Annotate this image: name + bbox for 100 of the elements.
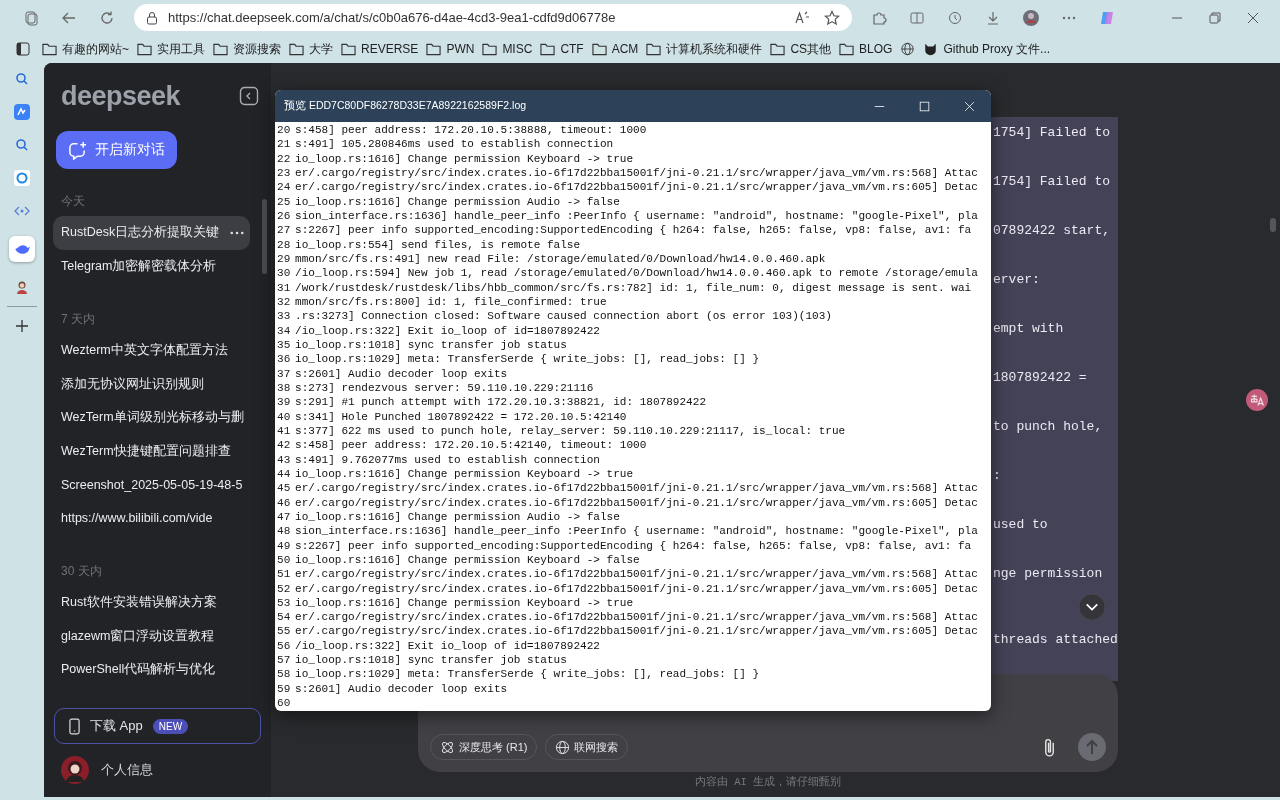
avatar-icon[interactable] <box>14 279 30 295</box>
more-icon[interactable] <box>230 230 244 235</box>
download-app-button[interactable]: 下载 App NEW <box>54 708 261 744</box>
bookmark[interactable]: Github Proxy 文件... <box>923 40 1051 58</box>
log-line: er/.cargo/registry/src/index.crates.io-6f17d22bba15001f/jni-0.21.1/src/wrapper/java_vm/vm.rs:568] Attac <box>295 481 978 496</box>
bookmark[interactable]: 资源搜索 <box>213 40 281 58</box>
attach-icon[interactable] <box>1043 736 1056 758</box>
line-number: 45 <box>276 481 292 496</box>
folder-icon <box>839 42 855 56</box>
bookmark[interactable]: BLOG <box>839 42 893 56</box>
profile-avatar-icon[interactable] <box>1023 9 1039 26</box>
url-text: https://chat.deepseek.com/a/chat/s/c0b0a676-d4ae-4cd3-9ea1-cdfd9d06778e <box>168 10 617 25</box>
message-text: empt with <box>993 321 1064 337</box>
line-number: 41 <box>276 423 292 439</box>
add-icon[interactable] <box>14 318 30 334</box>
line-number: 27 <box>276 223 292 238</box>
star-icon[interactable] <box>824 9 840 26</box>
sidebar-toggle-icon[interactable] <box>15 41 31 57</box>
line-number: 46 <box>276 495 292 510</box>
close-icon[interactable] <box>964 100 975 112</box>
chat-history-item[interactable]: WezTerm快捷键配置问题排查 <box>53 434 250 468</box>
line-number: 22 <box>276 151 292 166</box>
log-line: /io_loop.rs:322] Exit io_loop of id=1807892422 <box>295 638 600 654</box>
line-number: 30 <box>276 266 292 281</box>
chat-history-item[interactable]: RustDesk日志分析提取关键 <box>53 216 250 250</box>
log-line: io_loop.rs:1616] Change permission Keyboard -> true <box>295 466 634 482</box>
sync-icon[interactable] <box>14 170 30 186</box>
new-chat-button[interactable]: 开启新对话 <box>56 131 177 169</box>
line-number: 56 <box>276 638 292 654</box>
chat-history-item[interactable]: PowerShell代码解析与优化 <box>53 653 250 687</box>
refresh-icon[interactable] <box>99 9 115 26</box>
line-number: 51 <box>276 567 292 582</box>
log-line: s:341] Hole Punched 1807892422 = 172.20.10.5:42140 <box>295 409 627 424</box>
folder-icon <box>646 42 662 56</box>
app-icon[interactable] <box>14 104 30 120</box>
bookmark[interactable]: 大学 <box>289 40 333 58</box>
folder-icon <box>770 42 786 56</box>
scroll-down-icon[interactable] <box>1078 593 1106 621</box>
translate-icon[interactable] <box>1246 389 1268 411</box>
read-aloud-icon[interactable] <box>794 9 810 26</box>
message-text: 07892422 start, <box>993 223 1111 239</box>
scrollbar-thumb[interactable] <box>1270 218 1276 232</box>
message-text: 1807892422 = <box>993 370 1087 386</box>
chat-history-item[interactable]: WezTerm单词级别光标移动与删 <box>53 401 250 435</box>
chat-history-item[interactable]: Rust软件安装错误解决方案 <box>53 586 250 620</box>
bookmark[interactable]: CTF <box>540 42 584 56</box>
folder-icon <box>341 42 356 56</box>
log-line: sion_interface.rs:1636] handle_peer_info :PeerInfo { username: "android", hostname: "google-Pixel", pla <box>295 208 978 224</box>
bookmark[interactable]: 有趣的网站~ <box>42 40 129 58</box>
chat-history-item[interactable]: 添加无协议网址识别规则 <box>53 367 250 401</box>
chat-history-item[interactable]: glazewm窗口浮动设置教程 <box>53 619 250 653</box>
maximize-icon[interactable] <box>919 100 930 112</box>
log-line: /io_loop.rs:322] Exit io_loop of id=1807892422 <box>295 323 600 338</box>
split-screen-icon[interactable] <box>909 9 925 26</box>
whale-app-icon[interactable] <box>9 236 35 262</box>
line-number: 60 <box>276 696 292 711</box>
bookmark[interactable] <box>900 42 916 56</box>
bookmark[interactable]: MISC <box>482 42 533 56</box>
log-line: s:458] peer address: 172.20.10.5:38888, timeout: 1000 <box>295 123 647 138</box>
line-number: 54 <box>276 610 292 625</box>
log-line: mmon/src/fs.rs:800] id: 1, file_confirmed: true <box>295 294 607 310</box>
line-number: 23 <box>276 166 292 181</box>
puzzle-icon[interactable] <box>871 9 887 26</box>
bookmark[interactable]: ACM <box>591 42 639 56</box>
bookmark[interactable]: 实用工具 <box>137 40 205 58</box>
history-icon[interactable] <box>947 9 963 26</box>
chat-history-item[interactable]: Wezterm中英文字体配置方法 <box>53 334 250 368</box>
search-icon[interactable] <box>14 71 30 87</box>
message-text: 1754] Failed to <box>993 174 1111 190</box>
line-number: 52 <box>276 581 292 596</box>
message-text: used to <box>993 517 1048 533</box>
log-line: io_loop.rs:1018] sync transfer job status <box>295 653 567 668</box>
scrollbar-thumb[interactable] <box>262 199 267 274</box>
avatar-icon[interactable] <box>61 756 89 784</box>
search-icon[interactable] <box>14 137 30 153</box>
address-bar[interactable]: https://chat.deepseek.com/a/chat/s/c0b0a676-d4ae-4cd3-9ea1-cdfd9d06778e <box>134 4 852 31</box>
folder-icon <box>213 42 228 56</box>
restore-icon[interactable] <box>1207 9 1223 26</box>
download-icon[interactable] <box>985 9 1001 26</box>
profile-label[interactable]: 个人信息 <box>101 761 153 779</box>
chat-history-item[interactable]: Telegram加密解密载体分析 <box>53 249 250 283</box>
line-number: 49 <box>276 538 292 553</box>
chat-history-item[interactable]: https://www.bilibili.com/vide <box>53 501 250 535</box>
line-number: 48 <box>276 524 292 539</box>
message-text: : <box>993 468 1001 484</box>
tab-actions-icon[interactable] <box>23 9 39 26</box>
download-label: 下载 App <box>90 717 143 735</box>
folder-icon <box>289 42 304 56</box>
log-line: s:291] #1 punch attempt with 172.20.10.3:38821, id: 1807892422 <box>295 395 706 410</box>
chat-history-item[interactable]: Screenshot_2025-05-05-19-48-5 <box>53 468 250 502</box>
bookmark[interactable]: CS其他 <box>770 40 832 58</box>
section-label: 7 天内 <box>60 311 96 328</box>
phone-icon <box>69 717 80 735</box>
window-title: 预览 EDD7C80DF86278D33E7A8922162589F2.log <box>284 99 527 113</box>
bookmark[interactable]: PWN <box>426 42 475 56</box>
log-line: s:2601] Audio decoder loop exits <box>295 366 508 381</box>
collapse-sidebar-icon[interactable] <box>239 86 259 106</box>
bookmark[interactable]: REVERSE <box>341 42 419 56</box>
bookmark[interactable]: 计算机系统和硬件 <box>646 40 763 58</box>
copilot-icon[interactable] <box>1099 9 1115 26</box>
